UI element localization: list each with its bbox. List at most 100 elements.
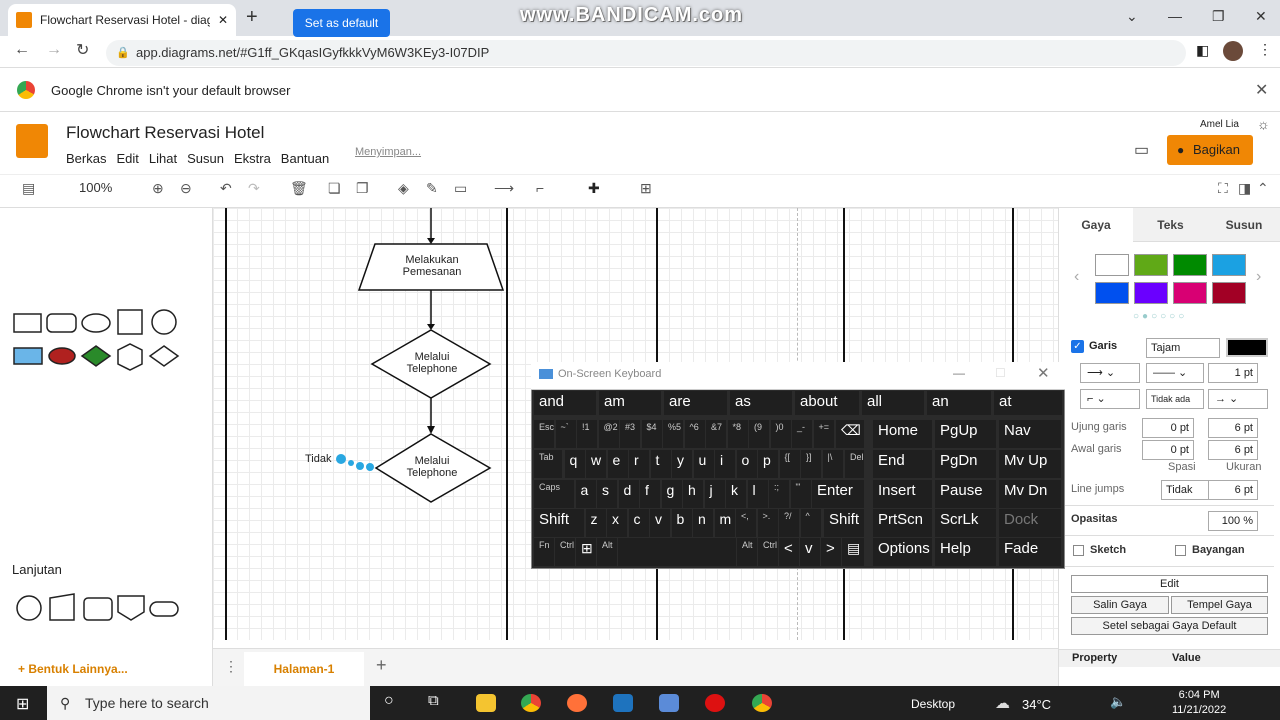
- nav-key[interactable]: PgUp: [935, 420, 996, 448]
- number-key[interactable]: )0: [770, 420, 791, 448]
- temperature[interactable]: 34°C: [1022, 697, 1051, 712]
- color-swatch[interactable]: [1212, 282, 1246, 304]
- user-name[interactable]: Amel Lia: [1200, 119, 1239, 130]
- color-swatch[interactable]: [1173, 282, 1207, 304]
- letter-key[interactable]: v: [650, 509, 670, 537]
- number-key[interactable]: &7: [706, 420, 726, 448]
- suggestion-key[interactable]: are: [664, 391, 727, 415]
- redo-icon[interactable]: ↷: [248, 180, 260, 197]
- end-spacing-input[interactable]: 0 pt: [1142, 418, 1194, 438]
- format-panel-icon[interactable]: ◨: [1238, 180, 1251, 197]
- forward-icon[interactable]: →: [46, 41, 62, 59]
- windows-key[interactable]: ⊞: [576, 538, 596, 566]
- letter-key[interactable]: q: [564, 450, 585, 478]
- delete-icon[interactable]: 🗑: [290, 180, 308, 197]
- suggestion-key[interactable]: and: [534, 391, 596, 415]
- menu-berkas[interactable]: Berkas: [66, 151, 106, 166]
- line-color-picker[interactable]: [1226, 338, 1268, 357]
- line-jumps-select[interactable]: Tidak: [1161, 480, 1211, 500]
- url-input[interactable]: 🔒 app.diagrams.net/#G1ff_GKqasIGyfkkkVyM…: [106, 40, 1186, 66]
- suggestion-key[interactable]: all: [862, 391, 924, 415]
- line-pattern-select[interactable]: ⟶ ⌄: [1080, 363, 1140, 383]
- symbol-key[interactable]: >.: [757, 509, 778, 537]
- end-size-input[interactable]: 6 pt: [1208, 418, 1258, 438]
- space-key[interactable]: [618, 538, 736, 566]
- symbol-key[interactable]: |\: [822, 450, 843, 478]
- collapse-toolbar-icon[interactable]: ⌃: [1257, 180, 1269, 197]
- number-key[interactable]: $4: [641, 420, 662, 448]
- opacity-input[interactable]: 100 %: [1208, 511, 1258, 531]
- paste-style-button[interactable]: Tempel Gaya: [1171, 596, 1268, 614]
- fill-color-icon[interactable]: ◈: [398, 180, 409, 197]
- format-panel-toggle-icon[interactable]: ▤: [22, 180, 35, 197]
- close-window-icon[interactable]: ✕: [1255, 8, 1267, 25]
- nav-key[interactable]: Dock: [999, 509, 1061, 537]
- letter-key[interactable]: m: [714, 509, 735, 537]
- color-swatch[interactable]: [1212, 254, 1246, 276]
- line-start-select[interactable]: Tidak ada: [1146, 389, 1204, 409]
- chrome-menu-icon[interactable]: ⋮: [1258, 41, 1272, 58]
- nav-key[interactable]: Home: [873, 420, 932, 448]
- comments-icon[interactable]: ▭: [1134, 140, 1149, 160]
- start-size-input[interactable]: 6 pt: [1208, 440, 1258, 460]
- line-width-input[interactable]: 1 pt: [1208, 363, 1258, 383]
- new-tab-icon[interactable]: +: [246, 6, 258, 29]
- undo-icon[interactable]: ↶: [220, 180, 232, 197]
- reload-icon[interactable]: ↻: [76, 40, 89, 60]
- share-button[interactable]: ● Bagikan: [1167, 135, 1253, 165]
- connection-icon[interactable]: ⟶: [494, 180, 514, 197]
- letter-key[interactable]: n: [693, 509, 713, 537]
- volume-icon[interactable]: 🔈: [1110, 694, 1126, 710]
- zoom-select[interactable]: 100%: [79, 180, 112, 195]
- color-swatch[interactable]: [1095, 282, 1129, 304]
- letter-key[interactable]: u: [693, 450, 714, 478]
- number-key[interactable]: *8: [727, 420, 748, 448]
- letter-key[interactable]: s: [597, 480, 617, 508]
- nav-key[interactable]: ScrLk: [935, 509, 996, 537]
- menu-susun[interactable]: Susun: [187, 151, 224, 166]
- set-as-default-button[interactable]: Set as default: [293, 9, 390, 37]
- number-key[interactable]: _-: [792, 420, 812, 448]
- letter-key[interactable]: w: [586, 450, 606, 478]
- maximize-window-icon[interactable]: ❐: [1212, 8, 1225, 25]
- bandicam-icon[interactable]: [705, 694, 725, 712]
- letter-key[interactable]: r: [629, 450, 649, 478]
- number-key[interactable]: #3: [620, 420, 640, 448]
- letter-key[interactable]: o: [736, 450, 757, 478]
- alt-key[interactable]: Alt: [737, 538, 757, 566]
- shadow-checkbox[interactable]: [1175, 545, 1186, 556]
- letter-key[interactable]: i: [715, 450, 735, 478]
- close-infobar-icon[interactable]: ✕: [1255, 80, 1268, 100]
- menu-lihat[interactable]: Lihat: [149, 151, 177, 166]
- nav-key[interactable]: Help: [935, 538, 996, 566]
- system-clock[interactable]: 6:04 PM 11/21/2022: [1172, 688, 1226, 718]
- document-title[interactable]: Flowchart Reservasi Hotel: [66, 123, 264, 143]
- letter-key[interactable]: e: [607, 450, 628, 478]
- keyboard-close-icon[interactable]: ✕: [1037, 364, 1050, 382]
- letter-key[interactable]: y: [672, 450, 692, 478]
- symbol-key[interactable]: ?/: [779, 509, 799, 537]
- letter-key[interactable]: g: [661, 480, 682, 508]
- letter-key[interactable]: k: [726, 480, 746, 508]
- alt-key[interactable]: Alt: [597, 538, 617, 566]
- fn-key[interactable]: Fn: [534, 538, 554, 566]
- symbol-key[interactable]: :;: [769, 480, 789, 508]
- line-dash-select[interactable]: —— ⌄: [1146, 363, 1204, 383]
- more-shapes-link[interactable]: + Bentuk Lainnya...: [18, 662, 128, 676]
- line-end-select[interactable]: → ⌄: [1208, 389, 1268, 409]
- sketch-checkbox[interactable]: [1073, 545, 1084, 556]
- keyboard-titlebar[interactable]: On-Screen Keyboard — ☐ ✕: [531, 362, 1065, 390]
- left-arrow-key[interactable]: <: [779, 538, 799, 566]
- nav-key[interactable]: Options: [873, 538, 932, 566]
- profile-avatar[interactable]: [1223, 41, 1243, 61]
- chrome-active-icon[interactable]: [752, 694, 772, 712]
- line-checkbox[interactable]: ✓: [1071, 340, 1084, 353]
- back-icon[interactable]: ←: [14, 41, 30, 59]
- nav-key[interactable]: PrtScn: [873, 509, 932, 537]
- nav-key[interactable]: Pause: [935, 480, 996, 508]
- line-color-icon[interactable]: ✎: [426, 180, 438, 197]
- letter-key[interactable]: t: [650, 450, 671, 478]
- insert-icon[interactable]: ✚: [588, 180, 600, 197]
- tab-search-icon[interactable]: ⌄: [1126, 8, 1138, 25]
- page-tab-halaman-1[interactable]: Halaman-1: [244, 652, 364, 686]
